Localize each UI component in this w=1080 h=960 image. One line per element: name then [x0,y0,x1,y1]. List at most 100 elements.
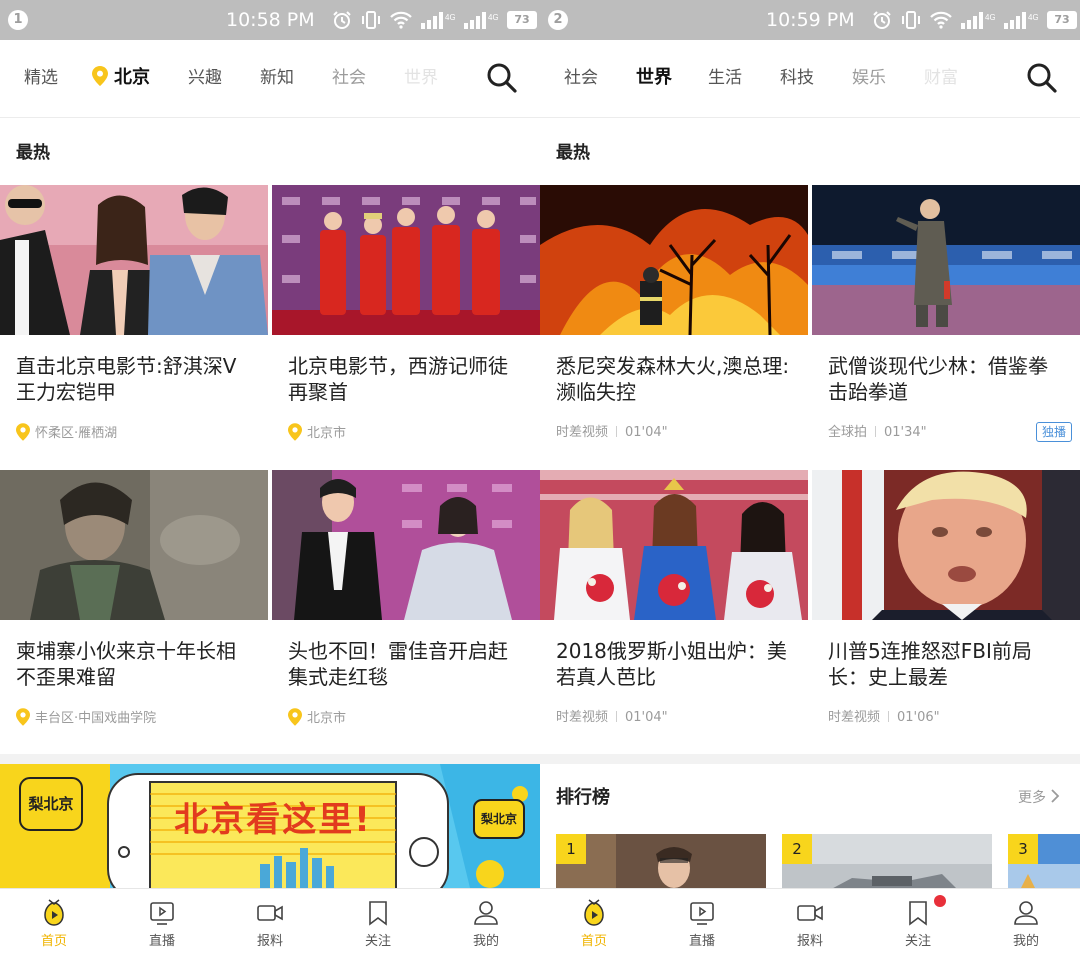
screenshot-index: 2 [548,10,568,30]
news-thumbnail [812,470,1080,620]
news-card[interactable]: 直击北京电影节:舒淇深V王力宏铠甲 怀柔区·雁栖湖 [0,185,268,441]
screenshot-index: 1 [8,10,28,30]
tab-xingqu[interactable]: 兴趣 [188,66,222,90]
nav-live[interactable]: 直播 [108,889,216,960]
status-bar: 1 10:58 PM 4G 4G 73 [0,0,540,40]
nav-report-label: 报料 [796,934,823,949]
ranking-card[interactable]: 2 [782,834,992,894]
live-screen-icon [690,902,714,925]
tab-beijing[interactable]: 北京 [92,66,150,93]
search-icon[interactable] [1026,62,1058,94]
news-thumbnail [540,470,808,620]
person-icon [1014,901,1038,925]
ranking-card[interactable]: 1 [556,834,766,894]
news-source: 全球拍 [828,425,868,440]
tab-jingxuan[interactable]: 精选 [24,66,58,90]
status-bar: 2 10:59 PM 4G 4G 73 [540,0,1080,40]
vibrate-icon [902,11,920,29]
status-time: 10:59 PM [766,9,855,31]
svg-text:4G: 4G [1028,13,1038,22]
channel-tab-bar: 社会 世界 生活 科技 娱乐 财富 [540,40,1080,118]
promo-banner[interactable]: 梨北京 北京看这里! 梨北京 [0,764,540,888]
tab-shijie[interactable]: 世界 [404,66,438,90]
banner-badge-text: 梨北京 [480,812,517,826]
news-card[interactable]: 武僧谈现代少林：借鉴拳击跆拳道 全球拍 01'34" 独播 [812,185,1080,442]
nav-me[interactable]: 我的 [972,889,1080,960]
news-meta: 全球拍 01'34" 独播 [828,422,1072,443]
tab-beijing-label: 北京 [114,67,150,88]
ranking-more-link[interactable]: 更多 [1018,788,1061,808]
status-icons: 4G 4G 73 [872,9,1077,31]
signal-icon-2: 4G [464,12,498,29]
banner-headline: 北京看这里! [174,800,372,840]
signal-icon-2: 4G [1004,12,1038,29]
section-title-hot: 最热 [16,143,50,163]
nav-report[interactable]: 报料 [756,889,864,960]
location-pin-icon [92,66,108,93]
notification-dot [934,895,946,907]
nav-me-label: 我的 [1012,934,1039,949]
news-location: 丰台区·中国戏曲学院 [35,711,157,726]
location-pin-icon [16,423,30,448]
news-meta: 北京市 [288,423,532,443]
location-pin-icon [16,708,30,733]
nav-me[interactable]: 我的 [432,889,540,960]
exclusive-badge: 独播 [1035,422,1072,442]
news-meta: 时差视频 01'06" [828,708,1072,728]
tab-yule[interactable]: 娱乐 [852,66,886,90]
news-card[interactable]: 北京电影节，西游记师徒再聚首 北京市 [272,185,540,441]
wifi-icon [390,11,412,29]
nav-follow[interactable]: 关注 [324,889,432,960]
tab-shehui[interactable]: 社会 [332,66,366,90]
news-card[interactable]: 柬埔寨小伙来京十年长相不歪果难留 丰台区·中国戏曲学院 [0,470,268,726]
nav-follow-label: 关注 [364,934,391,949]
nav-live[interactable]: 直播 [648,889,756,960]
news-card[interactable]: 2018俄罗斯小姐出炉：美若真人芭比 时差视频 01'04" [540,470,808,725]
screen-panel-2: 2 10:59 PM 4G 4G 73 社会 世界 生活 科技 娱乐 财富 最热 [540,0,1080,960]
video-camera-icon [257,905,283,921]
ranking-card[interactable]: 3 [1008,834,1080,894]
tab-shehui[interactable]: 社会 [564,66,598,90]
nav-live-label: 直播 [688,934,715,949]
tab-xinzhi[interactable]: 新知 [260,66,294,90]
rank-number: 2 [782,834,812,864]
news-meta: 时差视频 01'04" [556,708,800,728]
person-icon [474,901,498,925]
nav-home[interactable]: 首页 [0,889,108,960]
tab-shijie[interactable]: 世界 [636,66,672,90]
svg-text:4G: 4G [985,13,995,22]
news-card[interactable]: 川普5连推怒怼FBI前局长：史上最差 时差视频 01'06" [812,470,1080,725]
tab-shenghuo[interactable]: 生活 [708,66,742,90]
vibrate-icon [362,11,380,29]
nav-follow-label: 关注 [904,934,931,949]
alarm-icon [333,11,351,29]
news-card[interactable]: 悉尼突发森林大火,澳总理:濒临失控 时差视频 01'04" [540,185,808,440]
news-card[interactable]: 头也不回！雷佳音开启赶集式走红毯 北京市 [272,470,540,726]
screen-panel-1: 1 10:58 PM 4G 4G 73 精选 北京 兴趣 新知 社会 世界 最热 [0,0,540,960]
news-source: 时差视频 [828,710,881,725]
rank-number: 3 [1008,834,1038,864]
news-thumbnail [0,185,268,335]
home-play-icon [44,899,64,926]
news-title: 悉尼突发森林大火,澳总理:濒临失控 [556,354,790,404]
nav-follow[interactable]: 关注 [864,889,972,960]
nav-home-label: 首页 [40,934,67,949]
news-thumbnail [540,185,808,335]
location-pin-icon [288,708,302,733]
nav-live-label: 直播 [148,934,175,949]
news-meta: 丰台区·中国戏曲学院 [16,708,260,728]
nav-home[interactable]: 首页 [540,889,648,960]
signal-icon: 4G [421,12,455,29]
video-camera-icon [797,905,823,921]
tab-caifu[interactable]: 财富 [924,66,958,90]
news-location: 怀柔区·雁栖湖 [35,426,118,441]
bottom-navigation: 首页 直播 报料 关注 我的 [540,888,1080,960]
search-icon[interactable] [486,62,518,94]
svg-text:4G: 4G [488,13,498,22]
channel-tab-bar: 精选 北京 兴趣 新知 社会 世界 [0,40,540,118]
tab-keji[interactable]: 科技 [780,66,814,90]
nav-report[interactable]: 报料 [216,889,324,960]
news-meta: 怀柔区·雁栖湖 [16,423,260,443]
news-thumbnail [272,470,540,620]
news-source: 时差视频 [556,425,609,440]
